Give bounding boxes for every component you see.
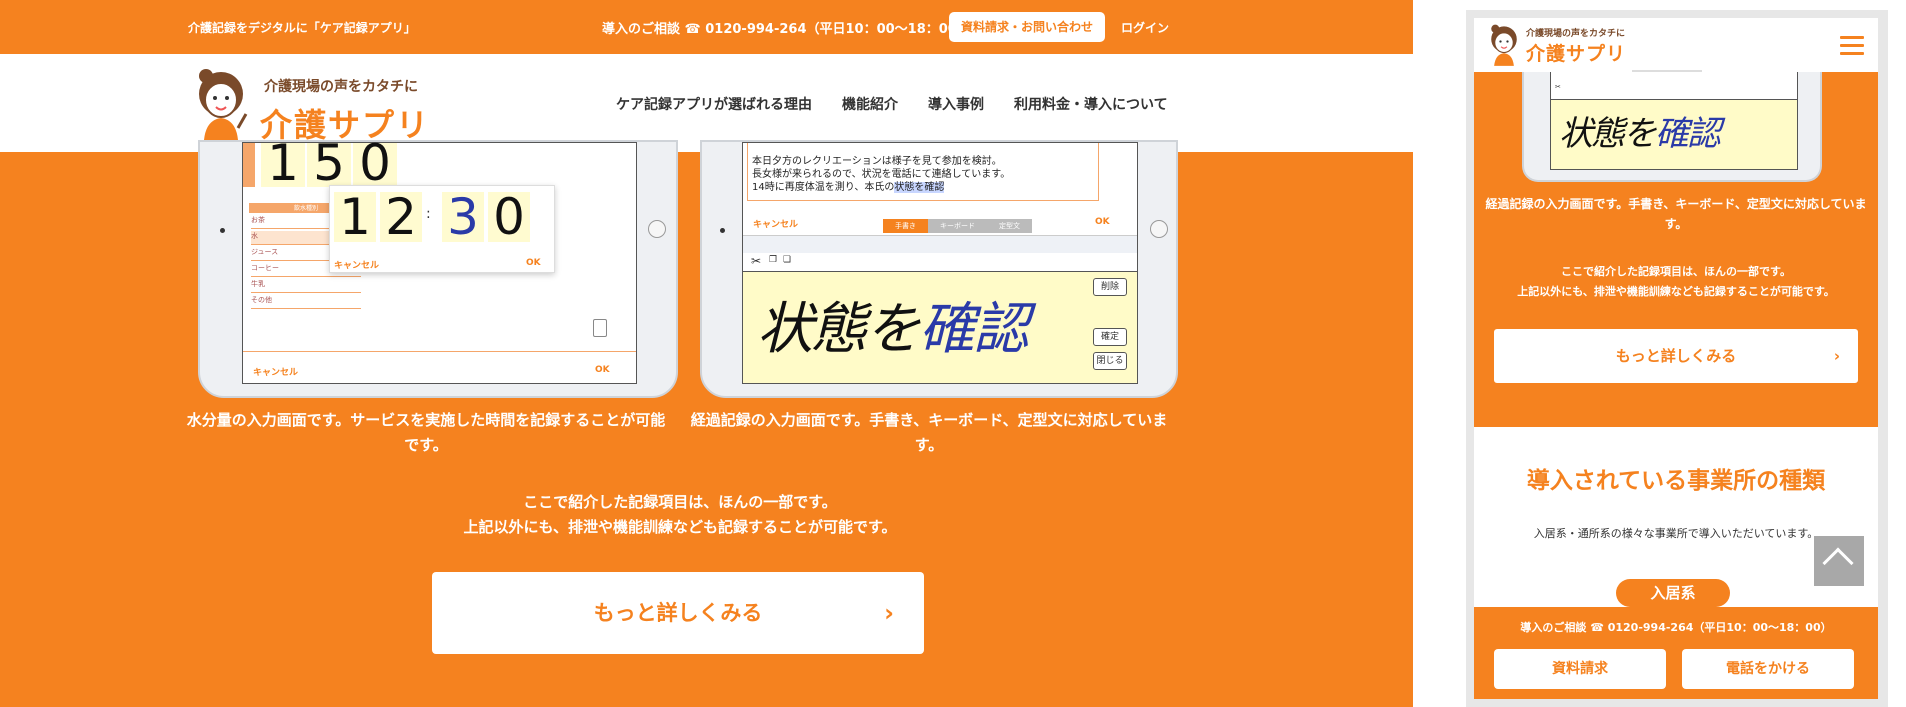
list-item: その他 xyxy=(251,295,361,309)
mobile-note: ここで紹介した記録項目は、ほんの一部です。 上記以外にも、排泄や機能訓練なども記… xyxy=(1517,265,1835,298)
digit-box: 5 xyxy=(307,138,351,188)
close-button[interactable]: 閉じる xyxy=(1093,352,1127,370)
mobile-consult-phone: 導入のご相談 ☎ 0120-994-264（平日10：00〜18：00） xyxy=(1520,621,1832,634)
time-digit[interactable]: 3 xyxy=(442,192,484,242)
copy-icon[interactable]: ❐ xyxy=(769,255,777,265)
paste-icon[interactable]: ❏ xyxy=(783,255,791,265)
record-ok[interactable]: OK xyxy=(1095,217,1110,227)
request-docs-button[interactable]: 資料請求 xyxy=(1494,649,1666,689)
tablet-record-screen: 本日夕方のレクリエーションは様子を見て参加を検討。 長女様が来られるので、状況を… xyxy=(700,140,1178,398)
camera-dot xyxy=(720,228,725,233)
tablet-screen: 1 5 0 飲水種別 お茶 水 ジュース コーヒー 牛乳 その他 1 2 : 3… xyxy=(242,138,637,384)
note-text: ここで紹介した記録項目は、ほんの一部です。 上記以外にも、排泄や機能訓練なども記… xyxy=(463,493,897,536)
chevron-right-icon: › xyxy=(1833,347,1840,365)
nav-item-features[interactable]: 機能紹介 xyxy=(842,94,898,114)
top-bar: 介護記録をデジタルに「ケア記録アプリ」 導入のご相談 ☎ 0120-994-26… xyxy=(0,0,1413,54)
bottom-cancel[interactable]: キャンセル xyxy=(253,365,298,378)
delete-button[interactable]: 削除 xyxy=(1093,278,1127,296)
more-details-button[interactable]: もっと詳しくみる › xyxy=(432,572,924,654)
section-title: 導入されている事業所の種類 xyxy=(1526,468,1826,494)
home-button-icon xyxy=(648,220,666,238)
mobile-logo-subtitle: 介護現場の声をカタチに xyxy=(1526,29,1626,39)
mobile-handwriting-area: 状態を確認 xyxy=(1551,99,1797,169)
tab-template[interactable]: 定型文 xyxy=(987,219,1032,233)
mobile-logo[interactable]: 介護現場の声をカタチに 介護サプリ xyxy=(1486,24,1686,66)
contact-button[interactable]: 資料請求・お問い合わせ xyxy=(949,12,1105,42)
mobile-header: 介護現場の声をカタチに 介護サプリ xyxy=(1474,18,1878,72)
site-header: 介護現場の声をカタチに 介護サプリ ケア記録アプリが選ばれる理由 機能紹介 導入… xyxy=(0,54,1413,152)
confirm-button[interactable]: 確定 xyxy=(1093,328,1127,346)
mascot-icon xyxy=(199,69,248,140)
time-digit[interactable]: 0 xyxy=(488,192,530,242)
mobile-more-button[interactable]: もっと詳しくみる › xyxy=(1494,329,1858,383)
main-nav: ケア記録アプリが選ばれる理由 機能紹介 導入事例 利用料金・導入について xyxy=(616,94,1168,114)
home-button-icon xyxy=(1150,220,1168,238)
residential-pill[interactable]: 入居系 xyxy=(1616,579,1730,607)
handwriting-area[interactable]: 状態を確認 削除 確定 閉じる xyxy=(743,271,1137,383)
record-cancel[interactable]: キャンセル xyxy=(753,217,798,230)
mobile-preview: ✂ 状態を確認 介護現場の声をカタチに 介護サプリ 経過記録の入力画面です。手書… xyxy=(1466,10,1888,707)
scissors-icon[interactable]: ✂ xyxy=(751,254,761,268)
time-digit[interactable]: 2 xyxy=(380,192,422,242)
memo-text: 本日夕方のレクリエーションは様子を見て参加を検討。 長女様が来られるので、状況を… xyxy=(747,143,1099,201)
digit-box: 0 xyxy=(353,138,397,188)
selected-text: 状態を確認 xyxy=(894,182,945,193)
mobile-logo-title: 介護サプリ xyxy=(1526,43,1627,65)
nav-item-reasons[interactable]: ケア記録アプリが選ばれる理由 xyxy=(616,94,812,114)
popup-ok[interactable]: OK xyxy=(526,258,541,268)
desktop-view: 介護記録をデジタルに「ケア記録アプリ」 導入のご相談 ☎ 0120-994-26… xyxy=(0,0,1413,707)
clipboard-icon xyxy=(593,319,607,337)
time-digit[interactable]: 1 xyxy=(334,192,376,242)
chevron-right-icon: › xyxy=(884,599,894,627)
mobile-tablet-image: ✂ 状態を確認 xyxy=(1522,68,1822,182)
list-item: 牛乳 xyxy=(251,279,361,293)
mobile-footer: 導入のご相談 ☎ 0120-994-264（平日10：00〜18：00） 資料請… xyxy=(1474,607,1878,699)
tab-handwriting[interactable]: 手書き xyxy=(883,219,928,233)
site-tagline: 介護記録をデジタルに「ケア記録アプリ」 xyxy=(188,21,416,35)
edit-toolbar: ✂ ❐ ❏ xyxy=(743,253,1137,271)
tab-keyboard[interactable]: キーボード xyxy=(928,219,987,233)
input-mode-tabs: 手書き キーボード 定型文 xyxy=(883,219,1032,233)
bottom-ok[interactable]: OK xyxy=(595,365,610,375)
logo-subtitle: 介護現場の声をカタチに xyxy=(264,79,418,95)
call-button[interactable]: 電話をかける xyxy=(1682,649,1854,689)
hamburger-menu-icon[interactable] xyxy=(1840,36,1864,56)
nav-item-cases[interactable]: 導入事例 xyxy=(928,94,984,114)
back-to-top-button[interactable] xyxy=(1814,536,1864,586)
digit-box: 1 xyxy=(261,138,305,188)
time-picker-popup: 1 2 : 3 0 キャンセル OK xyxy=(329,185,555,273)
mascot-icon xyxy=(1491,24,1517,66)
mobile-caption: 経過記録の入力画面です。手書き、キーボード、定型文に対応しています。 xyxy=(1485,197,1867,231)
tablet-water-screen: 1 5 0 飲水種別 お茶 水 ジュース コーヒー 牛乳 その他 1 2 : 3… xyxy=(198,138,678,398)
handwritten-text: 状態を確認 xyxy=(757,297,1029,362)
consult-phone[interactable]: 導入のご相談 ☎ 0120-994-264（平日10：00〜18：00） xyxy=(602,18,970,37)
caption-record: 経過記録の入力画面です。手書き、キーボード、定型文に対応しています。 xyxy=(690,411,1168,454)
login-link[interactable]: ログイン xyxy=(1121,19,1169,36)
popup-cancel[interactable]: キャンセル xyxy=(334,258,379,271)
caption-water: 水分量の入力画面です。サービスを実施した時間を記録することが可能です。 xyxy=(186,411,666,454)
camera-dot xyxy=(220,228,225,233)
nav-item-pricing[interactable]: 利用料金・導入について xyxy=(1014,94,1168,114)
mobile-scissors-icon: ✂ xyxy=(1555,83,1561,91)
chevron-up-icon xyxy=(1822,547,1854,579)
candidate-bar xyxy=(743,235,1137,253)
tablet-screen: 本日夕方のレクリエーションは様子を見て参加を検討。 長女様が来られるので、状況を… xyxy=(742,142,1138,384)
logo[interactable]: 介護現場の声をカタチに 介護サプリ xyxy=(186,66,446,144)
